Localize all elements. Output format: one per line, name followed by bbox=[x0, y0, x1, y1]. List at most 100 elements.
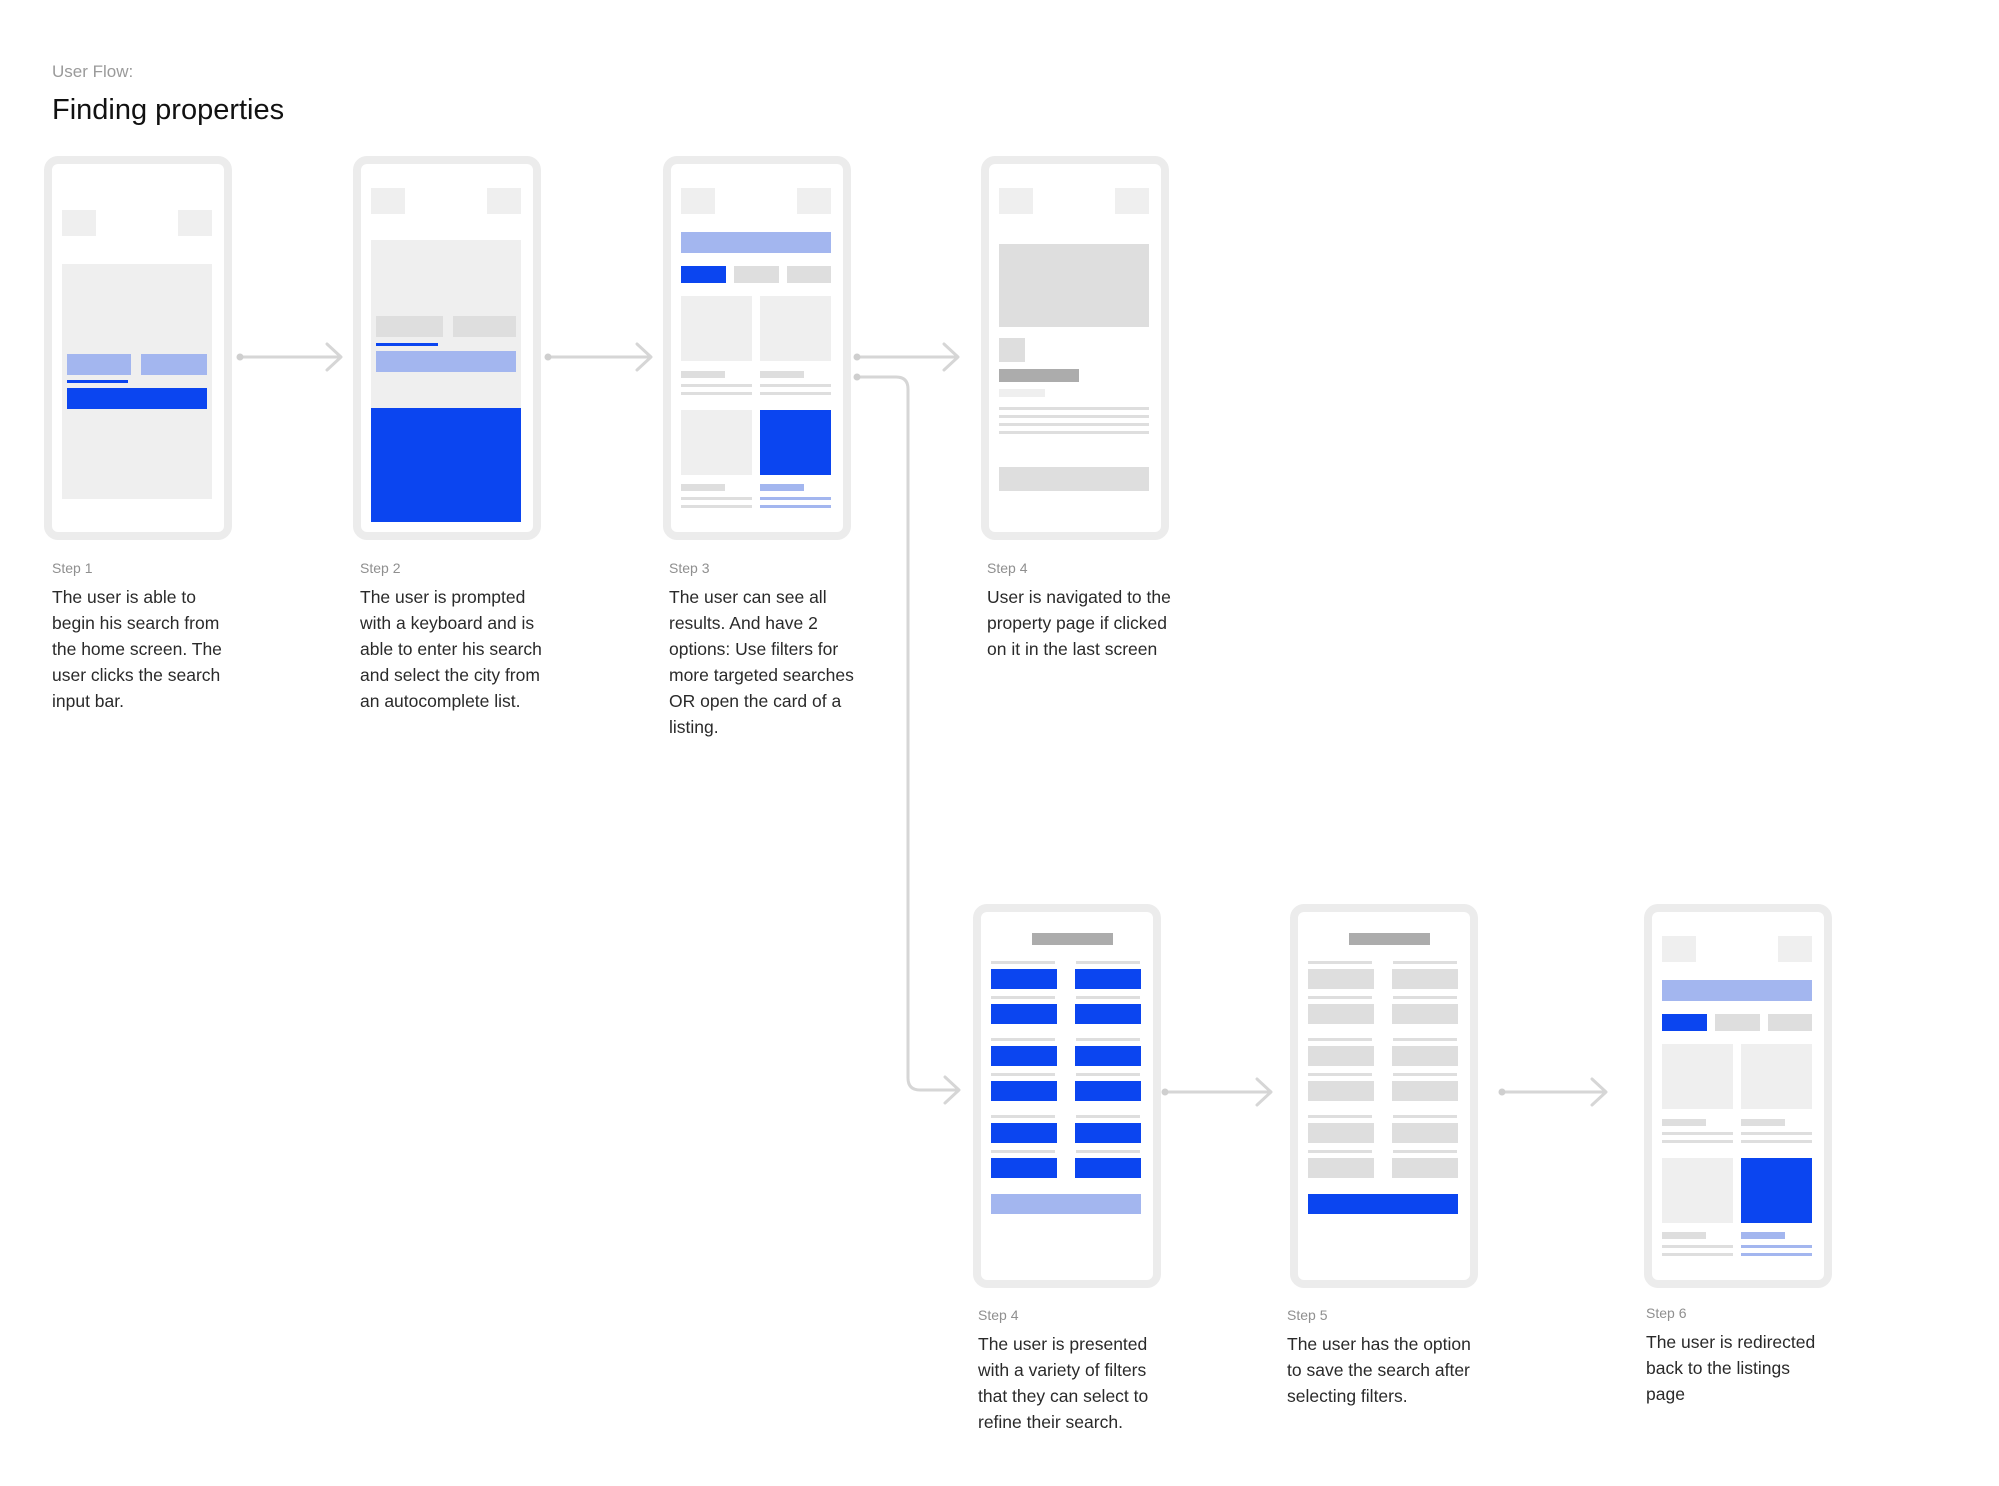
filter-option[interactable] bbox=[1308, 1004, 1374, 1024]
filter-label-line bbox=[1308, 1073, 1372, 1076]
step-6-text: The user is redirected back to the listi… bbox=[1646, 1332, 1816, 1404]
search-bar[interactable] bbox=[681, 232, 831, 253]
property-image bbox=[999, 244, 1149, 327]
filter-option[interactable] bbox=[1392, 1046, 1458, 1066]
listing-card-image[interactable] bbox=[760, 296, 831, 361]
filter-chip[interactable] bbox=[787, 266, 831, 283]
arrow-2-3 bbox=[546, 342, 653, 372]
search-field-left[interactable] bbox=[67, 354, 131, 375]
filter-option[interactable] bbox=[1392, 1158, 1458, 1178]
phone-step-4-filters bbox=[973, 904, 1161, 1288]
filter-option[interactable] bbox=[1075, 1004, 1141, 1024]
listing-card-image[interactable] bbox=[681, 296, 752, 361]
listing-card-image[interactable] bbox=[1662, 1044, 1733, 1109]
active-underline bbox=[67, 380, 128, 383]
property-subtitle bbox=[999, 389, 1045, 397]
listing-title-line bbox=[681, 371, 725, 378]
step-3-label: Step 3 bbox=[669, 560, 710, 576]
filter-option[interactable] bbox=[1075, 969, 1141, 989]
keyboard[interactable] bbox=[371, 408, 521, 522]
filter-chip[interactable] bbox=[734, 266, 779, 283]
filter-label-line bbox=[991, 1150, 1055, 1153]
step-4b-label: Step 4 bbox=[978, 1307, 1019, 1323]
listing-title-line bbox=[1741, 1119, 1785, 1126]
filter-option[interactable] bbox=[1308, 1158, 1374, 1178]
filter-option[interactable] bbox=[1075, 1123, 1141, 1143]
filter-chip-active[interactable] bbox=[681, 266, 726, 283]
filter-label-line bbox=[1308, 1115, 1372, 1118]
step-4a-text: User is navigated to the property page i… bbox=[987, 587, 1171, 659]
filter-option[interactable] bbox=[1308, 1123, 1374, 1143]
filter-option[interactable] bbox=[1075, 1081, 1141, 1101]
filter-label-line bbox=[1393, 1115, 1457, 1118]
save-search-button[interactable] bbox=[1308, 1194, 1458, 1214]
listing-line bbox=[1662, 1253, 1733, 1256]
filter-label-line bbox=[1076, 1115, 1140, 1118]
filter-chip[interactable] bbox=[1768, 1014, 1812, 1031]
filter-option[interactable] bbox=[1392, 1123, 1458, 1143]
filter-label-line bbox=[1076, 961, 1140, 964]
filter-option[interactable] bbox=[1075, 1046, 1141, 1066]
listing-card-image[interactable] bbox=[681, 410, 752, 475]
filter-label-line bbox=[1076, 1150, 1140, 1153]
arrow-save-listings bbox=[1500, 1077, 1608, 1107]
search-button[interactable] bbox=[67, 388, 207, 409]
listing-line-selected bbox=[760, 505, 831, 508]
input-left[interactable] bbox=[376, 316, 443, 337]
phone-step-2-search bbox=[353, 156, 541, 540]
arrow-1-2 bbox=[238, 342, 343, 372]
listing-card-image[interactable] bbox=[1662, 1158, 1733, 1223]
apply-filters-button[interactable] bbox=[991, 1194, 1141, 1214]
filter-option[interactable] bbox=[1308, 969, 1374, 989]
filter-label-line bbox=[1393, 961, 1457, 964]
step-1-text: The user is able to begin his search fro… bbox=[52, 587, 222, 711]
contact-button[interactable] bbox=[999, 467, 1149, 491]
filter-option[interactable] bbox=[1308, 1046, 1374, 1066]
filter-option[interactable] bbox=[991, 1004, 1057, 1024]
filter-option[interactable] bbox=[1308, 1081, 1374, 1101]
step-2-label: Step 2 bbox=[360, 560, 401, 576]
listing-line bbox=[1662, 1140, 1733, 1143]
filter-chip-active[interactable] bbox=[1662, 1014, 1707, 1031]
filter-option[interactable] bbox=[1392, 969, 1458, 989]
listing-line bbox=[1662, 1132, 1733, 1135]
step-4b-text: The user is presented with a variety of … bbox=[978, 1334, 1149, 1432]
listing-card-image[interactable] bbox=[1741, 1044, 1812, 1109]
filter-label-line bbox=[1393, 1150, 1457, 1153]
listing-title-line-selected bbox=[760, 484, 804, 491]
description-line bbox=[999, 415, 1149, 418]
filter-option[interactable] bbox=[1392, 1081, 1458, 1101]
arrow-3-4 bbox=[855, 342, 960, 372]
autocomplete-item[interactable] bbox=[376, 351, 516, 372]
step-3-text: The user can see all results. And have 2… bbox=[669, 587, 854, 737]
filter-option[interactable] bbox=[1075, 1158, 1141, 1178]
filter-label-line bbox=[991, 996, 1055, 999]
filter-option[interactable] bbox=[991, 1046, 1057, 1066]
listing-card-selected[interactable] bbox=[1741, 1158, 1812, 1223]
phone-step-3-results bbox=[663, 156, 851, 540]
filter-option[interactable] bbox=[1392, 1004, 1458, 1024]
filter-chip[interactable] bbox=[1715, 1014, 1760, 1031]
filter-label-line bbox=[1393, 996, 1457, 999]
filter-label-line bbox=[991, 1038, 1055, 1041]
description-line bbox=[999, 407, 1149, 410]
listing-line bbox=[760, 384, 831, 387]
step-2-text: The user is prompted with a keyboard and… bbox=[360, 587, 542, 711]
share-placeholder bbox=[1115, 188, 1149, 214]
input-right[interactable] bbox=[453, 316, 516, 337]
filter-option[interactable] bbox=[991, 969, 1057, 989]
search-field-right[interactable] bbox=[141, 354, 207, 375]
back-placeholder bbox=[999, 188, 1033, 214]
filter-label-line bbox=[991, 961, 1055, 964]
listing-card-selected[interactable] bbox=[760, 410, 831, 475]
listing-line-selected bbox=[1741, 1253, 1812, 1256]
filter-option[interactable] bbox=[991, 1123, 1057, 1143]
filter-label-line bbox=[1308, 1038, 1372, 1041]
filter-option[interactable] bbox=[991, 1158, 1057, 1178]
profile-placeholder bbox=[797, 188, 831, 214]
thumbnail[interactable] bbox=[999, 338, 1025, 362]
phone-step-4-property bbox=[981, 156, 1169, 540]
search-bar[interactable] bbox=[1662, 980, 1812, 1001]
step-5-text: The user has the option to save the sear… bbox=[1287, 1334, 1471, 1406]
filter-option[interactable] bbox=[991, 1081, 1057, 1101]
